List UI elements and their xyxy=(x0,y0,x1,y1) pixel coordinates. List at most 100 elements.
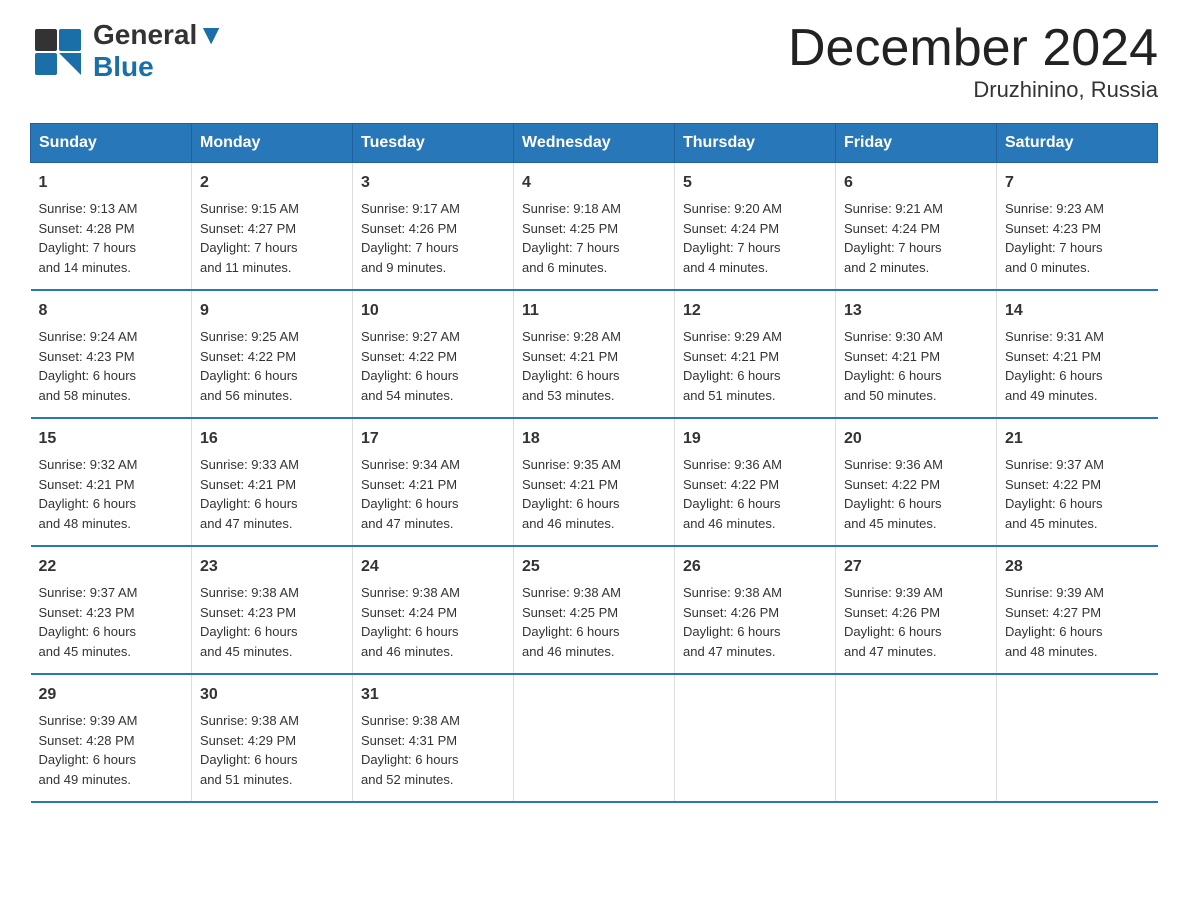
day-info: Sunrise: 9:38 AM Sunset: 4:24 PM Dayligh… xyxy=(361,583,505,661)
calendar-cell: 15 Sunrise: 9:32 AM Sunset: 4:21 PM Dayli… xyxy=(31,418,192,546)
day-number: 18 xyxy=(522,427,666,451)
calendar-cell: 7Sunrise: 9:23 AM Sunset: 4:23 PM Daylig… xyxy=(997,163,1158,291)
calendar-week-row: 22 Sunrise: 9:37 AM Sunset: 4:23 PM Dayli… xyxy=(31,546,1158,674)
day-number: 19 xyxy=(683,427,827,451)
logo-icon xyxy=(30,24,85,79)
calendar-cell: 28 Sunrise: 9:39 AM Sunset: 4:27 PM Dayli… xyxy=(997,546,1158,674)
header-wednesday: Wednesday xyxy=(514,124,675,163)
calendar-cell: 18Sunrise: 9:35 AM Sunset: 4:21 PM Dayli… xyxy=(514,418,675,546)
calendar-week-row: 15 Sunrise: 9:32 AM Sunset: 4:21 PM Dayli… xyxy=(31,418,1158,546)
day-info: Sunrise: 9:31 AM Sunset: 4:21 PM Dayligh… xyxy=(1005,327,1150,405)
day-number: 21 xyxy=(1005,427,1150,451)
day-number: 13 xyxy=(844,299,988,323)
calendar-week-row: 1 Sunrise: 9:13 AM Sunset: 4:28 PM Daylig… xyxy=(31,163,1158,291)
calendar-cell: 3 Sunrise: 9:17 AM Sunset: 4:26 PM Daylig… xyxy=(353,163,514,291)
day-number: 22 xyxy=(39,555,184,579)
day-number: 10 xyxy=(361,299,505,323)
day-info: Sunrise: 9:38 AM Sunset: 4:29 PM Dayligh… xyxy=(200,711,344,789)
day-info: Sunrise: 9:37 AM Sunset: 4:23 PM Dayligh… xyxy=(39,583,184,661)
title-block: December 2024 Druzhinino, Russia xyxy=(788,20,1158,103)
day-number: 25 xyxy=(522,555,666,579)
calendar-cell: 9 Sunrise: 9:25 AM Sunset: 4:22 PM Daylig… xyxy=(192,290,353,418)
day-info: Sunrise: 9:30 AM Sunset: 4:21 PM Dayligh… xyxy=(844,327,988,405)
header-sunday: Sunday xyxy=(31,124,192,163)
calendar-cell: 29 Sunrise: 9:39 AM Sunset: 4:28 PM Dayli… xyxy=(31,674,192,802)
day-info: Sunrise: 9:37 AM Sunset: 4:22 PM Dayligh… xyxy=(1005,455,1150,533)
day-info: Sunrise: 9:39 AM Sunset: 4:27 PM Dayligh… xyxy=(1005,583,1150,661)
day-number: 9 xyxy=(200,299,344,323)
day-number: 11 xyxy=(522,299,666,323)
day-number: 31 xyxy=(361,683,505,707)
day-number: 29 xyxy=(39,683,184,707)
calendar-cell: 2 Sunrise: 9:15 AM Sunset: 4:27 PM Daylig… xyxy=(192,163,353,291)
calendar-cell: 27Sunrise: 9:39 AM Sunset: 4:26 PM Dayli… xyxy=(836,546,997,674)
calendar-cell: 19 Sunrise: 9:36 AM Sunset: 4:22 PM Dayli… xyxy=(675,418,836,546)
header-monday: Monday xyxy=(192,124,353,163)
calendar-cell: 10 Sunrise: 9:27 AM Sunset: 4:22 PM Dayli… xyxy=(353,290,514,418)
calendar-cell: 14Sunrise: 9:31 AM Sunset: 4:21 PM Dayli… xyxy=(997,290,1158,418)
calendar-cell: 1 Sunrise: 9:13 AM Sunset: 4:28 PM Daylig… xyxy=(31,163,192,291)
day-number: 3 xyxy=(361,171,505,195)
calendar-cell: 12Sunrise: 9:29 AM Sunset: 4:21 PM Dayli… xyxy=(675,290,836,418)
calendar-table: Sunday Monday Tuesday Wednesday Thursday… xyxy=(30,123,1158,803)
calendar-header-row: Sunday Monday Tuesday Wednesday Thursday… xyxy=(31,124,1158,163)
calendar-cell: 5 Sunrise: 9:20 AM Sunset: 4:24 PM Daylig… xyxy=(675,163,836,291)
day-number: 1 xyxy=(39,171,184,195)
header-saturday: Saturday xyxy=(997,124,1158,163)
day-number: 26 xyxy=(683,555,827,579)
day-info: Sunrise: 9:32 AM Sunset: 4:21 PM Dayligh… xyxy=(39,455,184,533)
day-number: 4 xyxy=(522,171,666,195)
day-number: 2 xyxy=(200,171,344,195)
day-info: Sunrise: 9:39 AM Sunset: 4:28 PM Dayligh… xyxy=(39,711,184,789)
calendar-cell xyxy=(997,674,1158,802)
logo: General▼ Blue xyxy=(30,20,225,83)
day-info: Sunrise: 9:21 AM Sunset: 4:24 PM Dayligh… xyxy=(844,199,988,277)
day-number: 28 xyxy=(1005,555,1150,579)
day-info: Sunrise: 9:15 AM Sunset: 4:27 PM Dayligh… xyxy=(200,199,344,277)
calendar-cell: 22 Sunrise: 9:37 AM Sunset: 4:23 PM Dayli… xyxy=(31,546,192,674)
day-number: 15 xyxy=(39,427,184,451)
calendar-cell: 4 Sunrise: 9:18 AM Sunset: 4:25 PM Daylig… xyxy=(514,163,675,291)
header-thursday: Thursday xyxy=(675,124,836,163)
calendar-title: December 2024 xyxy=(788,20,1158,77)
day-info: Sunrise: 9:20 AM Sunset: 4:24 PM Dayligh… xyxy=(683,199,827,277)
day-info: Sunrise: 9:38 AM Sunset: 4:23 PM Dayligh… xyxy=(200,583,344,661)
day-info: Sunrise: 9:36 AM Sunset: 4:22 PM Dayligh… xyxy=(683,455,827,533)
day-info: Sunrise: 9:24 AM Sunset: 4:23 PM Dayligh… xyxy=(39,327,184,405)
calendar-cell: 21 Sunrise: 9:37 AM Sunset: 4:22 PM Dayli… xyxy=(997,418,1158,546)
calendar-cell xyxy=(675,674,836,802)
calendar-cell: 31 Sunrise: 9:38 AM Sunset: 4:31 PM Dayli… xyxy=(353,674,514,802)
calendar-cell: 6 Sunrise: 9:21 AM Sunset: 4:24 PM Daylig… xyxy=(836,163,997,291)
calendar-cell: 23 Sunrise: 9:38 AM Sunset: 4:23 PM Dayli… xyxy=(192,546,353,674)
day-info: Sunrise: 9:25 AM Sunset: 4:22 PM Dayligh… xyxy=(200,327,344,405)
day-info: Sunrise: 9:38 AM Sunset: 4:25 PM Dayligh… xyxy=(522,583,666,661)
day-info: Sunrise: 9:38 AM Sunset: 4:26 PM Dayligh… xyxy=(683,583,827,661)
calendar-cell: 20Sunrise: 9:36 AM Sunset: 4:22 PM Dayli… xyxy=(836,418,997,546)
day-info: Sunrise: 9:28 AM Sunset: 4:21 PM Dayligh… xyxy=(522,327,666,405)
day-info: Sunrise: 9:13 AM Sunset: 4:28 PM Dayligh… xyxy=(39,199,184,277)
day-number: 7 xyxy=(1005,171,1150,195)
day-info: Sunrise: 9:27 AM Sunset: 4:22 PM Dayligh… xyxy=(361,327,505,405)
day-number: 12 xyxy=(683,299,827,323)
day-number: 24 xyxy=(361,555,505,579)
page-header: General▼ Blue December 2024 Druzhinino, … xyxy=(30,20,1158,103)
header-tuesday: Tuesday xyxy=(353,124,514,163)
day-info: Sunrise: 9:36 AM Sunset: 4:22 PM Dayligh… xyxy=(844,455,988,533)
location-subtitle: Druzhinino, Russia xyxy=(788,77,1158,103)
calendar-cell: 24 Sunrise: 9:38 AM Sunset: 4:24 PM Dayli… xyxy=(353,546,514,674)
header-friday: Friday xyxy=(836,124,997,163)
day-info: Sunrise: 9:38 AM Sunset: 4:31 PM Dayligh… xyxy=(361,711,505,789)
day-info: Sunrise: 9:18 AM Sunset: 4:25 PM Dayligh… xyxy=(522,199,666,277)
day-info: Sunrise: 9:17 AM Sunset: 4:26 PM Dayligh… xyxy=(361,199,505,277)
calendar-cell: 26 Sunrise: 9:38 AM Sunset: 4:26 PM Dayli… xyxy=(675,546,836,674)
day-number: 17 xyxy=(361,427,505,451)
day-number: 6 xyxy=(844,171,988,195)
day-number: 16 xyxy=(200,427,344,451)
calendar-cell: 25 Sunrise: 9:38 AM Sunset: 4:25 PM Dayli… xyxy=(514,546,675,674)
calendar-cell: 13 Sunrise: 9:30 AM Sunset: 4:21 PM Dayli… xyxy=(836,290,997,418)
day-number: 23 xyxy=(200,555,344,579)
calendar-week-row: 29 Sunrise: 9:39 AM Sunset: 4:28 PM Dayli… xyxy=(31,674,1158,802)
calendar-cell: 17Sunrise: 9:34 AM Sunset: 4:21 PM Dayli… xyxy=(353,418,514,546)
day-number: 5 xyxy=(683,171,827,195)
calendar-cell xyxy=(514,674,675,802)
